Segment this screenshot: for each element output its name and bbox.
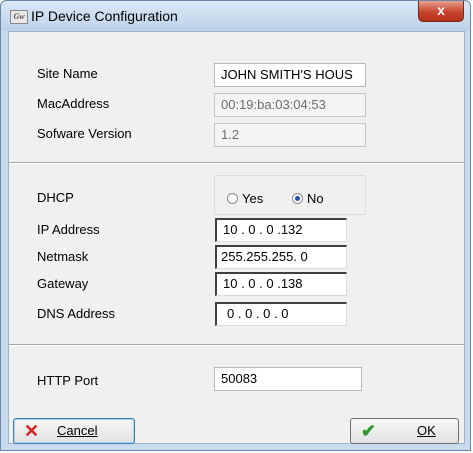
- divider: [9, 162, 464, 164]
- dialog-window: Gw IP Device Configuration x Site Name J…: [0, 0, 471, 451]
- site-name-label: Site Name: [37, 66, 98, 81]
- dns-address-input[interactable]: 0 . 0 . 0 . 0: [215, 302, 347, 326]
- checkmark-icon: ✔: [361, 421, 377, 441]
- site-name-input[interactable]: JOHN SMITH'S HOUS: [214, 63, 366, 87]
- http-port-label: HTTP Port: [37, 373, 99, 388]
- window-title: IP Device Configuration: [31, 8, 178, 24]
- dhcp-no-label: No: [307, 191, 324, 206]
- software-version-label: Sofware Version: [37, 126, 132, 141]
- radio-unchecked-icon: [227, 193, 238, 204]
- title-bar[interactable]: Gw IP Device Configuration x: [1, 1, 470, 31]
- dialog-content: Site Name JOHN SMITH'S HOUS MacAddress 0…: [8, 31, 465, 444]
- netmask-input[interactable]: 255.255.255. 0: [215, 245, 347, 269]
- app-icon: Gw: [10, 10, 28, 24]
- mac-address-label: MacAddress: [37, 96, 110, 111]
- dhcp-no-radio[interactable]: No: [292, 191, 324, 206]
- close-button[interactable]: x: [418, 1, 464, 22]
- gateway-label: Gateway: [37, 276, 89, 291]
- http-port-input[interactable]: 50083: [214, 367, 362, 391]
- netmask-label: Netmask: [37, 249, 89, 264]
- ip-address-label: IP Address: [37, 222, 100, 237]
- dhcp-radio-group: Yes No: [214, 175, 366, 215]
- cancel-button-label: Cancel: [57, 423, 98, 438]
- dhcp-yes-label: Yes: [242, 191, 264, 206]
- dns-address-label: DNS Address: [37, 306, 116, 321]
- ok-button-label: OK: [417, 423, 436, 438]
- mac-address-field: 00:19:ba:03:04:53: [214, 93, 366, 117]
- gateway-input[interactable]: 10 . 0 . 0 .138: [215, 272, 347, 296]
- cancel-x-icon: ✕: [24, 421, 40, 441]
- ip-address-input[interactable]: 10 . 0 . 0 .132: [215, 218, 347, 242]
- ok-button[interactable]: ✔ OK: [350, 418, 459, 444]
- dhcp-yes-radio[interactable]: Yes: [227, 191, 263, 206]
- dhcp-label: DHCP: [37, 190, 74, 205]
- close-icon: x: [437, 2, 445, 18]
- radio-checked-icon: [292, 193, 303, 204]
- cancel-button[interactable]: ✕ Cancel: [13, 418, 135, 444]
- software-version-field: 1.2: [214, 123, 366, 147]
- divider: [9, 344, 464, 346]
